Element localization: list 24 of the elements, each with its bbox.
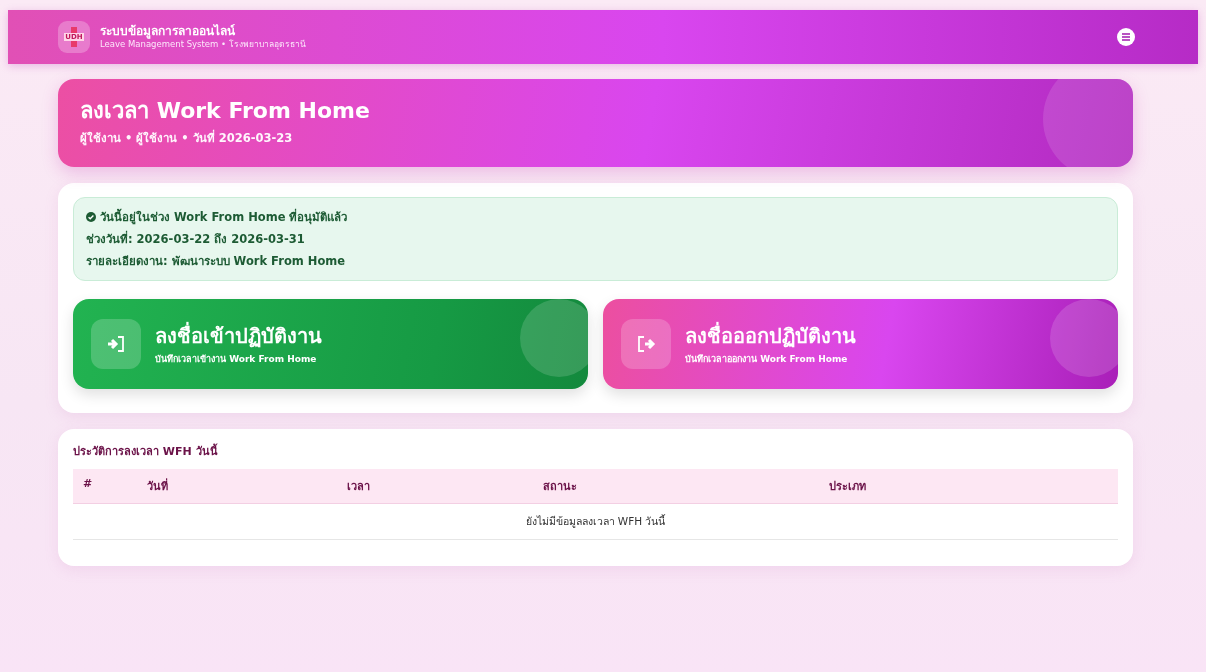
action-title: ลงชื่อออกปฏิบัติงาน bbox=[685, 322, 856, 349]
page-subtitle: ผู้ใช้งาน • ผู้ใช้งาน • วันที่ 2026-03-23 bbox=[80, 129, 294, 147]
action-title: ลงชื่อเข้าปฏิบัติงาน bbox=[155, 322, 322, 349]
column-header: # bbox=[82, 476, 94, 492]
check-in-button[interactable]: ลงชื่อเข้าปฏิบัติงาน บันทึกเวลาเข้างาน Work From Home bbox=[73, 299, 588, 389]
column-header: วันที่ bbox=[146, 477, 169, 495]
check-circle-icon bbox=[86, 212, 96, 222]
column-header: ประเภท bbox=[828, 479, 867, 495]
menu-button[interactable] bbox=[1116, 27, 1136, 47]
notice-text: รายละเอียดงาน: พัฒนาระบบ Work From Home bbox=[86, 254, 346, 268]
sign-in-icon bbox=[106, 334, 126, 354]
sign-out-icon bbox=[636, 334, 656, 354]
page-title: ลงเวลา Work From Home bbox=[80, 97, 371, 125]
section-title: ประวัติการลงเวลา WFH วันนี้ bbox=[73, 445, 219, 459]
check-out-button[interactable]: ลงชื่อออกปฏิบัติงาน บันทึกเวลาออกงาน Work From Home bbox=[603, 299, 1118, 389]
column-header: สถานะ bbox=[542, 479, 578, 495]
column-header: เวลา bbox=[346, 479, 371, 495]
app-subtitle: Leave Management System • โรงพยาบาลอุดรธานี bbox=[100, 39, 306, 50]
notice-text: วันนี้อยู่ในช่วง Work From Home ที่อนุมัติแล้ว bbox=[100, 210, 348, 224]
notice-text: ช่วงวันที่: 2026-03-22 ถึง 2026-03-31 bbox=[86, 232, 305, 246]
action-subtitle: บันทึกเวลาออกงาน Work From Home bbox=[685, 352, 849, 366]
action-subtitle: บันทึกเวลาเข้างาน Work From Home bbox=[155, 352, 318, 366]
empty-message: ยังไม่มีข้อมูลลงเวลา WFH วันนี้ bbox=[73, 504, 1118, 540]
app-title: ระบบข้อมูลการลาออนไลน์ bbox=[100, 24, 235, 38]
